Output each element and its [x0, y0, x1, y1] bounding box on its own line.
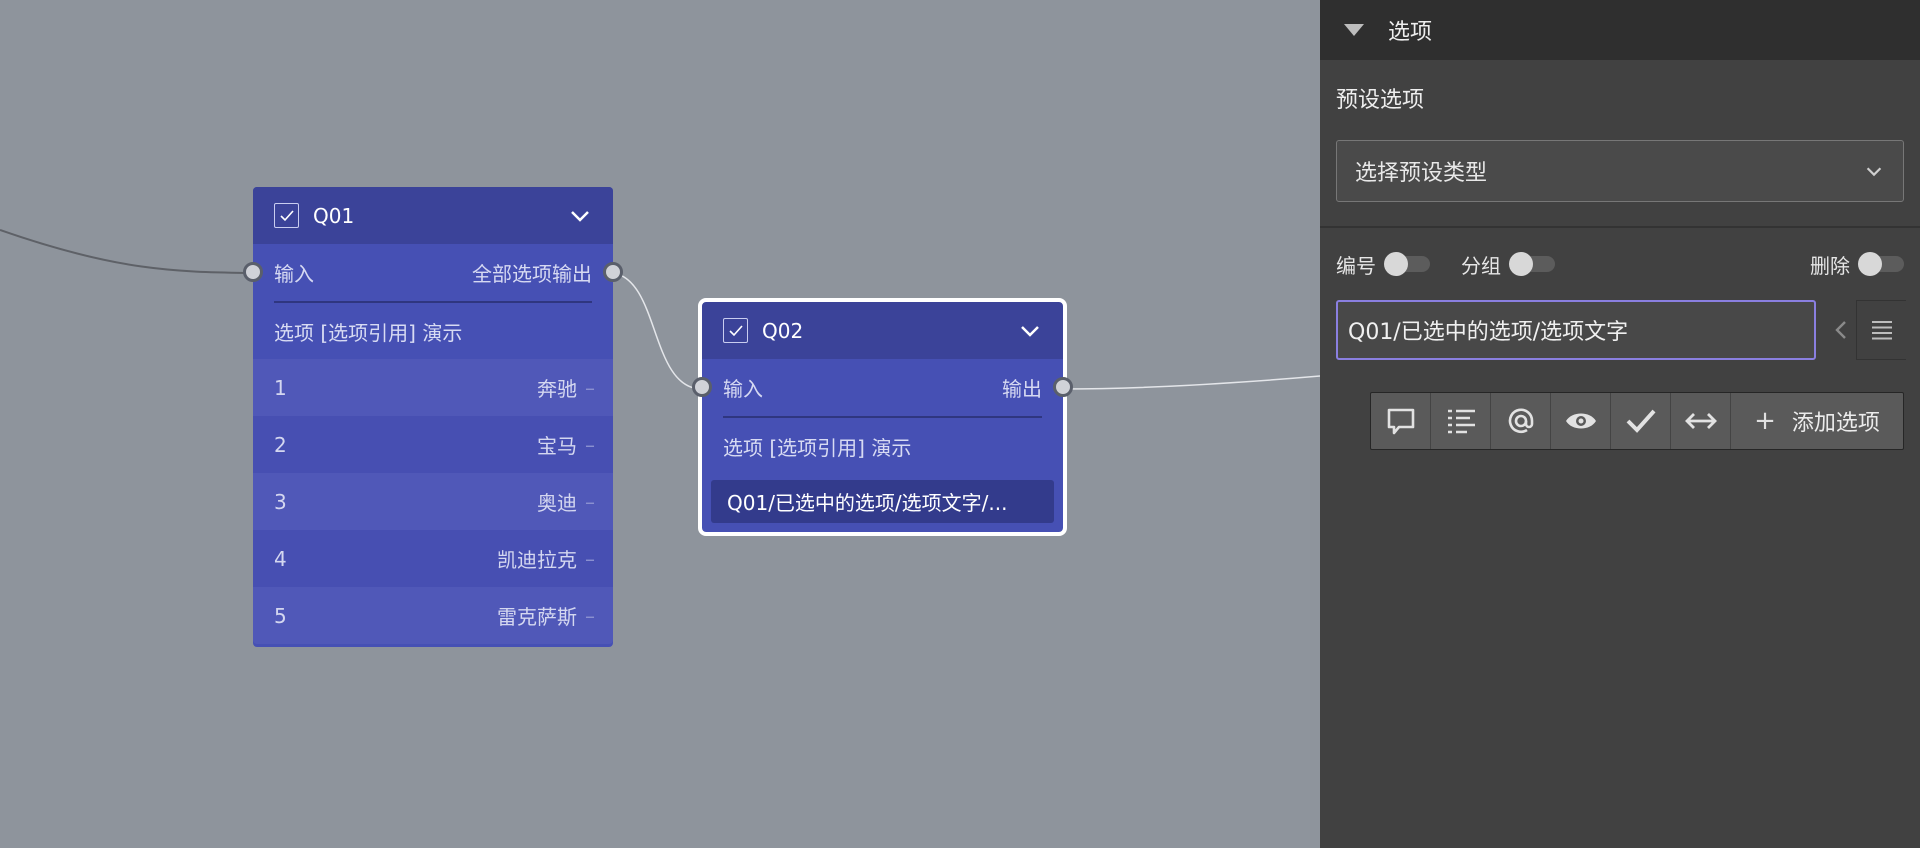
panel-header[interactable]: 选项: [1320, 0, 1920, 60]
option-dash: –: [585, 375, 595, 400]
node-q01-input-label: 输入: [274, 262, 314, 286]
option-row[interactable]: 3 奥迪 –: [253, 473, 613, 530]
checkbox-icon: [274, 203, 299, 228]
node-q01-subtitle: 选项 [选项引用] 演示: [274, 320, 463, 345]
preset-type-select[interactable]: 选择预设类型: [1336, 140, 1904, 202]
delete-toggle[interactable]: [1858, 252, 1904, 276]
delete-toggle-label: 删除: [1810, 253, 1850, 278]
node-q02-input-port[interactable]: [692, 377, 712, 397]
connection-wires: [0, 229, 1320, 390]
checkbox-icon: [723, 318, 748, 343]
option-label: 宝马: [537, 434, 577, 458]
node-q02-title: Q02: [762, 318, 804, 343]
node-q01-output-port[interactable]: [603, 262, 623, 282]
group-toggle-label: 分组: [1461, 253, 1501, 278]
chevron-down-icon[interactable]: [1018, 319, 1042, 343]
list-icon: [1447, 409, 1475, 434]
properties-panel: 选项 预设选项 选择预设类型 编号 分组 删除 Q01/已选中的选项/选项文字: [1320, 0, 1920, 848]
flow-canvas[interactable]: Q01 输入 全部选项输出 选项 [选项引用] 演示 1 奔驰 – 2 宝马 – 3…: [0, 0, 1320, 848]
option-row-actions: [1826, 300, 1910, 360]
node-q01-ports: 输入 全部选项输出: [243, 244, 623, 301]
node-q01-title: Q01: [313, 203, 355, 228]
comment-button[interactable]: [1371, 393, 1431, 449]
node-q02[interactable]: Q02 输入 输出 选项 [选项引用] 演示 Q01/已选中的选项/选项文字/.…: [692, 298, 1073, 536]
toggle-knob: [1509, 252, 1533, 276]
option-reference-value: Q01/已选中的选项/选项文字: [1348, 320, 1629, 345]
comment-icon: [1387, 408, 1414, 435]
preset-select-value: 选择预设类型: [1355, 161, 1488, 186]
node-q02-ref-chip[interactable]: Q01/已选中的选项/选项文字/...: [711, 480, 1054, 523]
node-q01[interactable]: Q01 输入 全部选项输出 选项 [选项引用] 演示 1 奔驰 – 2 宝马 – 3…: [243, 187, 623, 647]
delete-toggle-group: 删除: [1810, 248, 1904, 280]
option-dash: –: [585, 489, 595, 514]
add-option-label: 添加选项: [1791, 411, 1880, 436]
toggle-knob: [1384, 252, 1408, 276]
width-button[interactable]: [1671, 393, 1731, 449]
group-toggle-group: 分组: [1461, 248, 1555, 280]
option-reference-input[interactable]: Q01/已选中的选项/选项文字: [1336, 300, 1816, 360]
plus-icon: +: [1754, 406, 1776, 436]
chevron-down-icon: [1866, 167, 1882, 177]
option-row[interactable]: 5 雷克萨斯 –: [253, 587, 613, 644]
chevron-down-icon[interactable]: [568, 204, 592, 228]
collapse-button[interactable]: [1826, 300, 1856, 360]
panel-header-title: 选项: [1388, 20, 1433, 45]
node-q01-input-port[interactable]: [243, 262, 263, 282]
option-dash: –: [585, 432, 595, 457]
option-label: 雷克萨斯: [497, 605, 577, 629]
group-toggle[interactable]: [1509, 252, 1555, 276]
option-dash: –: [585, 546, 595, 571]
check-icon: [1626, 409, 1655, 433]
option-label: 凯迪拉克: [497, 548, 577, 572]
eye-icon: [1565, 413, 1596, 429]
add-option-button[interactable]: + 添加选项: [1731, 405, 1903, 437]
wire-incoming-q01: [0, 229, 253, 274]
panel-divider: [1320, 226, 1920, 228]
option-row[interactable]: 1 奔驰 –: [253, 359, 613, 416]
toggle-knob: [1858, 252, 1882, 276]
option-index: 3: [274, 489, 287, 514]
collapse-triangle-icon[interactable]: [1344, 24, 1364, 36]
node-q02-output-label: 输出: [1002, 377, 1042, 401]
option-row[interactable]: 2 宝马 –: [253, 416, 613, 473]
node-q01-output-label: 全部选项输出: [472, 262, 592, 286]
menu-lines-icon: [1871, 321, 1892, 340]
option-index: 4: [274, 546, 287, 571]
option-dash: –: [585, 603, 595, 628]
wire-q01-q02: [612, 272, 703, 390]
toggle-row: 编号 分组 删除: [1336, 248, 1904, 280]
option-label: 奔驰: [537, 377, 577, 401]
preset-label: 预设选项: [1336, 88, 1425, 113]
option-index: 5: [274, 603, 287, 628]
at-sign-icon: [1508, 408, 1533, 434]
chevron-left-icon: [1835, 321, 1846, 339]
node-q01-options: 1 奔驰 – 2 宝马 – 3 奥迪 – 4 凯迪拉克 – 5 雷克萨斯 –: [253, 359, 613, 644]
option-index: 1: [274, 375, 287, 400]
node-q02-output-port[interactable]: [1053, 377, 1073, 397]
number-toggle[interactable]: [1384, 252, 1430, 276]
mention-button[interactable]: [1491, 393, 1551, 449]
wire-q02-outgoing: [1062, 375, 1320, 390]
number-toggle-group: 编号: [1336, 248, 1430, 280]
drag-menu-button[interactable]: [1856, 300, 1906, 360]
option-label: 奥迪: [537, 491, 577, 515]
number-toggle-label: 编号: [1336, 253, 1376, 278]
list-button[interactable]: [1431, 393, 1491, 449]
horizontal-arrows-icon: [1684, 413, 1717, 429]
node-q02-subtitle: 选项 [选项引用] 演示: [723, 435, 912, 460]
node-q02-ports: 输入 输出: [692, 359, 1073, 416]
option-row[interactable]: 4 凯迪拉克 –: [253, 530, 613, 587]
check-button[interactable]: [1611, 393, 1671, 449]
visibility-button[interactable]: [1551, 393, 1611, 449]
option-index: 2: [274, 432, 287, 457]
node-q01-header[interactable]: Q01: [253, 187, 613, 244]
node-q02-input-label: 输入: [723, 377, 763, 401]
node-q02-header[interactable]: Q02: [702, 302, 1063, 359]
option-toolbar: + 添加选项: [1370, 392, 1904, 450]
